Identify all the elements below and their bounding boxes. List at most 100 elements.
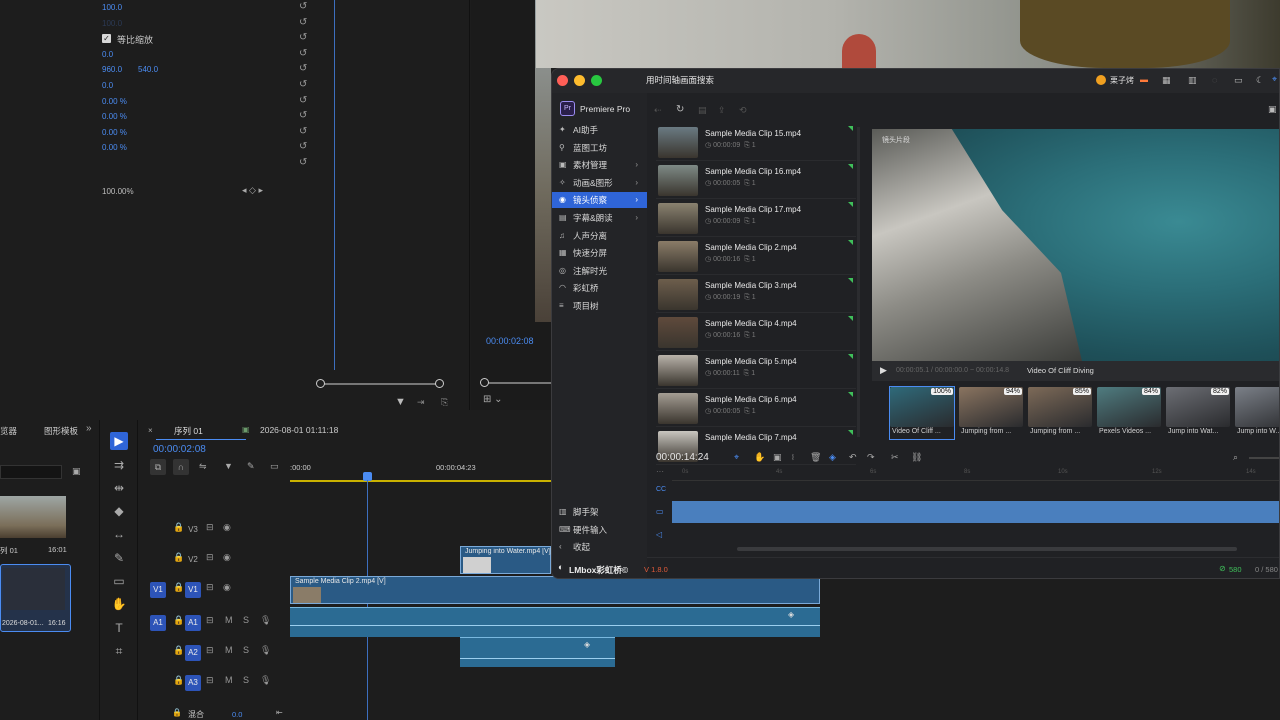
lm-ruler[interactable]: 0s 4s 6s 8s 10s 12s 14s [672, 467, 1279, 481]
captions-icon[interactable]: ▭ [270, 461, 279, 472]
select-tool-icon[interactable]: ⌖ [734, 452, 739, 463]
reset-icon[interactable]: ↺ [299, 95, 307, 106]
fx-zoom-right-knob[interactable] [435, 379, 444, 388]
sync-lock-icon[interactable]: ⊟ [206, 552, 214, 563]
fx-property-value[interactable]: 100.0 [102, 19, 122, 28]
sync-lock-icon[interactable]: ⊟ [206, 582, 214, 593]
lock-icon[interactable]: 🔒 [173, 675, 184, 686]
mic-icon[interactable]: 🎙 [260, 615, 271, 626]
eye-icon[interactable]: ◉ [223, 552, 231, 563]
fx-property-value[interactable]: 0.00 % [102, 143, 127, 152]
clip-list-item[interactable]: Sample Media Clip 17.mp4 ◷ 00:00:09 ⎘ 1 [656, 201, 856, 237]
solo-button[interactable]: S [243, 645, 249, 655]
sidebar-item-4[interactable]: ◉ 镜头侦察 › [552, 192, 647, 209]
reset-icon[interactable]: ↺ [299, 110, 307, 121]
lock-icon[interactable]: 🔒 [173, 522, 184, 533]
marker-icon[interactable]: ◈ [829, 452, 836, 463]
track-select-tool[interactable]: ⇉ [110, 456, 128, 474]
sidebar-item-1[interactable]: ⚲ 蓝图工坊 [552, 140, 647, 156]
clip-a1-audio[interactable]: ◈ [290, 607, 820, 637]
search-result-item[interactable]: 94% Jumping from ... [959, 387, 1023, 439]
tab-media-browser[interactable]: 览器 [0, 425, 17, 437]
razor-tool[interactable]: ◆ [110, 502, 128, 520]
reset-icon[interactable]: ↺ [299, 126, 307, 137]
chat-icon[interactable]: ▭ [1234, 75, 1243, 86]
eye-icon[interactable]: ◉ [223, 582, 231, 593]
reset-icon[interactable]: ↺ [299, 157, 307, 168]
mix-lock-icon[interactable]: 🔒 [172, 708, 182, 717]
search-result-item[interactable]: Jump into W... [1235, 387, 1279, 439]
user-avatar-icon[interactable] [1096, 75, 1106, 85]
clip-a2-audio[interactable]: ◈ [460, 637, 615, 667]
search-result-item[interactable]: 84% Pexels Videos ... [1097, 387, 1161, 439]
ripple-edit-tool[interactable]: ⇹ [110, 479, 128, 497]
opacity-value[interactable]: 100.00% [102, 187, 134, 196]
reset-icon[interactable]: ↺ [299, 48, 307, 59]
solo-button[interactable]: S [243, 675, 249, 685]
mic-icon[interactable]: 🎙 [260, 675, 271, 686]
insert-nest-icon[interactable]: ⧉ [150, 459, 166, 475]
vip-badge-icon[interactable]: ▬ [1140, 75, 1148, 84]
slip-tool[interactable]: ↔ [110, 525, 128, 543]
sidebar-item-8[interactable]: ◎ 注解时光 [552, 263, 647, 279]
fx-property-value-y[interactable]: 540.0 [138, 65, 158, 74]
clip-list-item[interactable]: Sample Media Clip 4.mp4 ◷ 00:00:16 ⎘ 1 [656, 315, 856, 351]
timeline-timecode[interactable]: 00:00:02:08 [153, 444, 206, 455]
add-marker-icon[interactable]: ▼ [224, 461, 233, 471]
clip-list-item[interactable]: Sample Media Clip 16.mp4 ◷ 00:00:05 ⎘ 1 [656, 163, 856, 199]
mute-button[interactable]: M [225, 615, 233, 625]
linked-selection-icon[interactable]: ⇋ [199, 461, 207, 472]
reset-icon[interactable]: ↺ [299, 79, 307, 90]
track-target-v1[interactable]: V1 [185, 582, 201, 598]
snap-icon[interactable]: ∩ [173, 459, 189, 475]
source-patch-a1[interactable]: A1 [150, 615, 166, 631]
reset-icon[interactable]: ↺ [299, 141, 307, 152]
sidebar-item-9[interactable]: ◠ 彩虹桥 [552, 280, 647, 296]
tab-sequence[interactable]: 序列 01 [174, 425, 203, 437]
lock-icon[interactable]: 🔒 [173, 582, 184, 593]
lmbox-titlebar[interactable]: 用时间轴画面搜索 栗子烤 ▬ ▦ ▥ ◌ ▭ ☾ ⌖ [552, 69, 1279, 93]
lm-zoom-slider[interactable] [1249, 457, 1279, 459]
delete-icon[interactable]: 🗑 [810, 452, 821, 463]
source-patch-v1[interactable]: V1 [150, 582, 166, 598]
sync-lock-icon[interactable]: ⊟ [206, 615, 214, 626]
reset-icon[interactable]: ↺ [299, 1, 307, 12]
history-icon[interactable]: ⟲ [739, 105, 747, 116]
fx-property-value[interactable]: 0.00 % [102, 128, 127, 137]
fx-property-value[interactable]: 0.00 % [102, 97, 127, 106]
program-timecode[interactable]: 00:00:02:08 [486, 336, 534, 346]
track-target-a3[interactable]: A3 [185, 675, 201, 691]
zoom-icon[interactable]: ⌕ [1233, 452, 1238, 463]
filter-icon[interactable]: ▼ [395, 396, 406, 408]
frame-icon[interactable]: ▣ [773, 452, 782, 463]
more-tabs-icon[interactable]: » [86, 423, 92, 434]
audio-keyframe-icon-2[interactable]: ◈ [584, 640, 590, 649]
project-item-thumb-1[interactable] [0, 496, 66, 538]
calculator-icon[interactable]: ▦ [1162, 75, 1171, 86]
rectangle-tool[interactable]: ▭ [110, 572, 128, 590]
solo-button[interactable]: S [243, 615, 249, 625]
sidebar-item-5[interactable]: ▤ 字幕&朗读 › [552, 210, 647, 226]
lightbulb-icon[interactable]: ◌ [1212, 75, 1217, 85]
sidebar-item-6[interactable]: ♫ 人声分离 [552, 228, 647, 244]
user-name[interactable]: 栗子烤 [1110, 75, 1134, 86]
link-icon[interactable]: ⛓ [911, 452, 922, 463]
program-zoom-slider[interactable] [485, 382, 551, 384]
reset-icon[interactable]: ↺ [299, 17, 307, 28]
caption-tool[interactable]: ⌗ [110, 642, 128, 660]
hand-tool[interactable]: ✋ [110, 595, 128, 613]
clip-v2-jumping[interactable]: Jumping into Water.mp4 [V] [460, 546, 551, 574]
clip-list-item[interactable]: Sample Media Clip 2.mp4 ◷ 00:00:16 ⎘ 1 [656, 239, 856, 275]
sidebar-bottom-item-1[interactable]: ⌨ 硬件输入 [552, 522, 647, 538]
settings-icon[interactable]: ⎘ [441, 397, 448, 408]
sync-lock-icon[interactable]: ⊟ [206, 522, 214, 533]
lm-timeline-scrollbar[interactable] [737, 547, 1237, 551]
reset-icon[interactable]: ↺ [299, 63, 307, 74]
mic-icon[interactable]: 🎙 [260, 645, 271, 656]
close-window-button[interactable] [557, 75, 568, 86]
sidebar-item-2[interactable]: ▣ 素材管理 › [552, 157, 647, 173]
search-result-item[interactable]: 100% Video Of Cliff ... [889, 386, 955, 440]
cut-icon[interactable]: ✂ [891, 452, 899, 463]
lock-icon[interactable]: 🔒 [173, 645, 184, 656]
clip-list-item[interactable]: Sample Media Clip 15.mp4 ◷ 00:00:09 ⎘ 1 [656, 125, 856, 161]
